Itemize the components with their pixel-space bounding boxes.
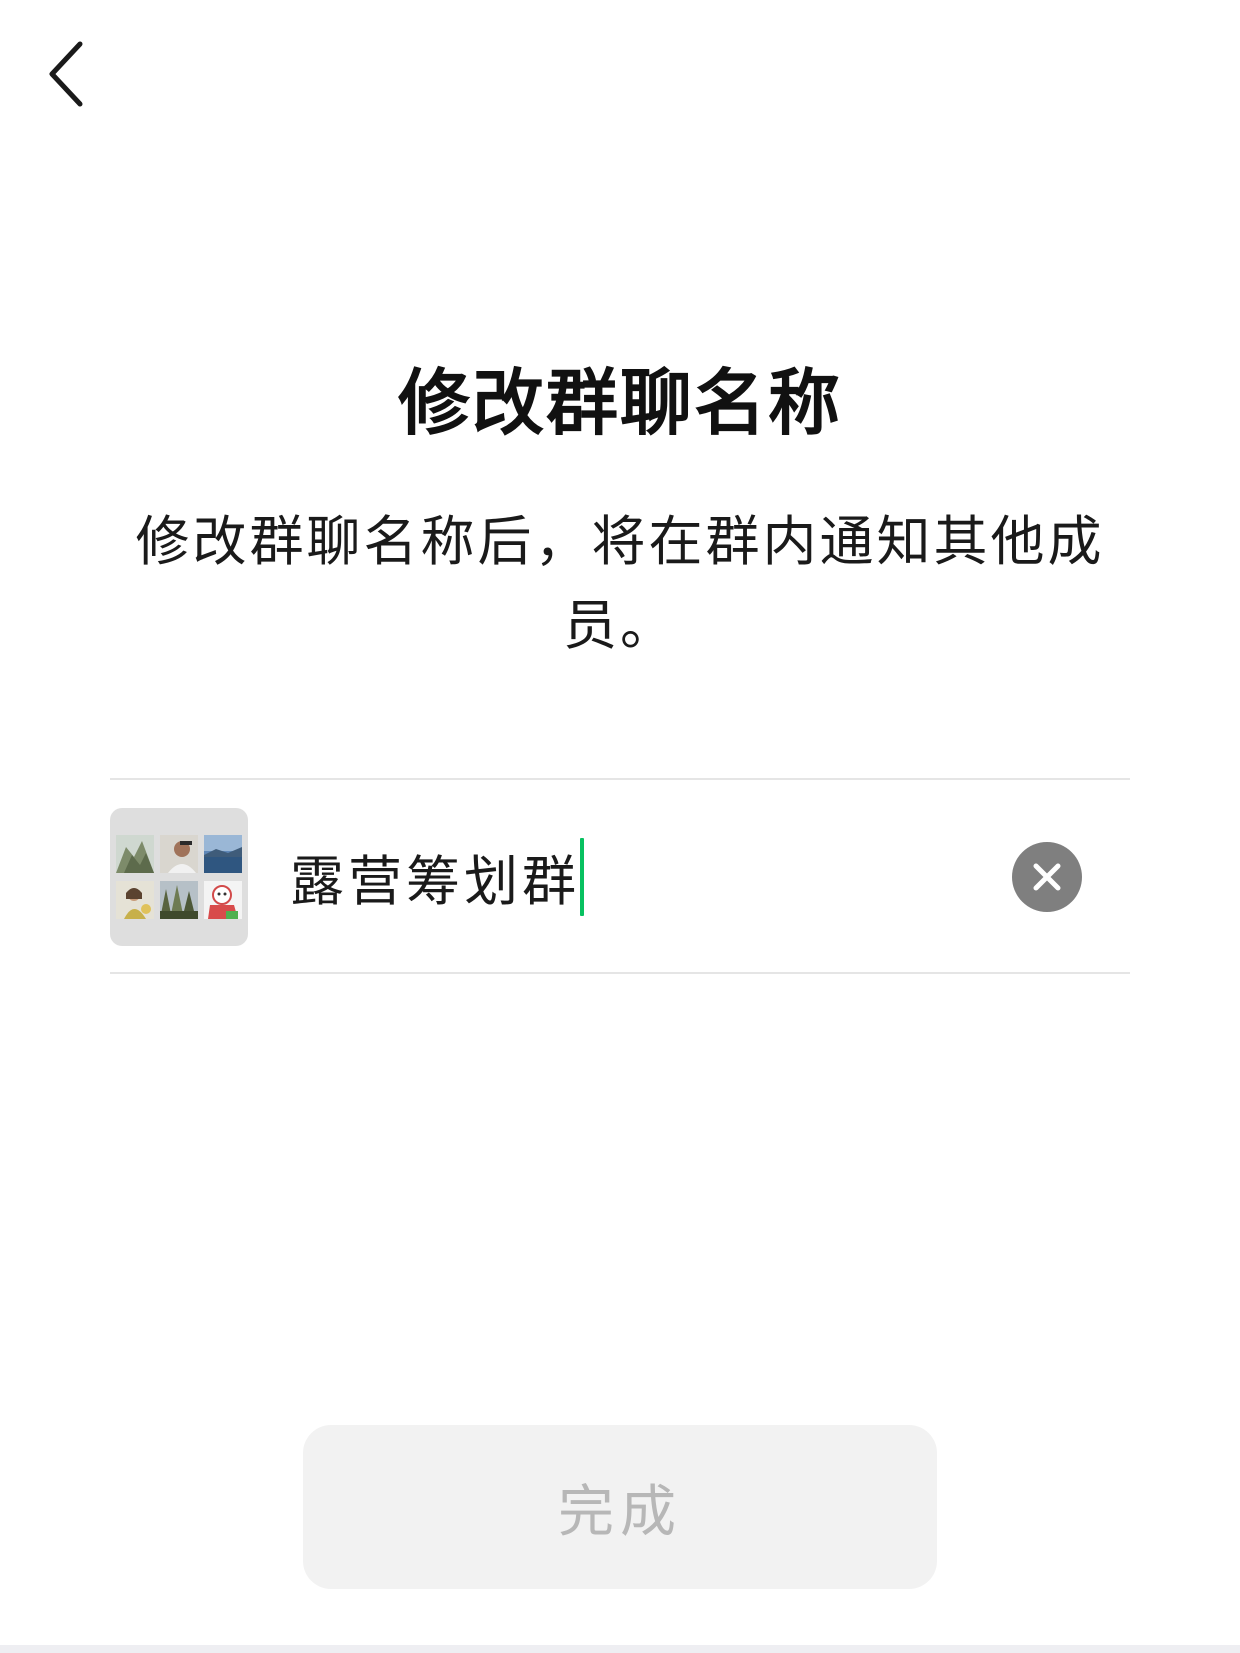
divider-bottom [110,972,1130,974]
group-avatar [110,808,248,946]
edit-group-name-screen: 修改群聊名称 修改群聊名称后，将在群内通知其他成员。 露营筹划群 完成 [0,0,1240,1653]
close-icon [1033,863,1061,891]
page-title: 修改群聊名称 [397,361,842,445]
group-name-input[interactable] [290,836,990,916]
bottom-edge [0,1645,1240,1653]
text-cursor [579,838,584,916]
divider-top [110,778,1130,780]
page-description: 修改群聊名称后，将在群内通知其他成员。 [135,510,1105,657]
man-portrait-avatar [160,835,198,873]
lake-photo-avatar [204,835,242,873]
clear-input-button[interactable] [1012,842,1082,912]
back-button[interactable] [36,30,100,120]
chevron-left-icon [49,41,83,107]
woman-photo-avatar [116,881,154,919]
done-button[interactable]: 完成 [303,1425,937,1589]
cartoon-pig-avatar [204,881,242,919]
mountain-photo-avatar [116,835,154,873]
forest-photo-avatar [160,881,198,919]
group-name-field[interactable] [290,836,990,916]
